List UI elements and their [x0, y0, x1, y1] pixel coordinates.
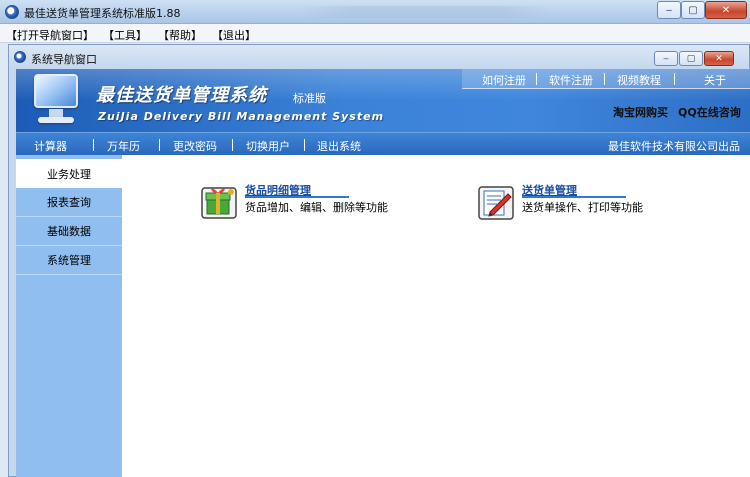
nav-window-title-bar: 系统导航窗口 ‒ ▢ ✕ [9, 45, 749, 69]
app-banner: 最佳送货单管理系统 标准版 ZuiJia Delivery Bill Manag… [16, 69, 750, 132]
tool-separator [159, 139, 160, 151]
app-title-bar: 最佳送货单管理系统标准版1.88 ‒ ▢ ✕ [0, 0, 750, 24]
tool-separator [304, 139, 305, 151]
tool-change-password[interactable]: 更改密码 [173, 138, 217, 154]
app-logo-icon [5, 5, 19, 19]
nav-close-button[interactable]: ✕ [704, 51, 734, 66]
sidebar-item-system[interactable]: 系统管理 [16, 246, 122, 275]
sidebar-item-reports[interactable]: 报表查询 [16, 188, 122, 217]
minimize-button[interactable]: ‒ [657, 1, 681, 19]
module-goods-underline [245, 196, 349, 198]
main-panel: 货品明细管理 货品增加、编辑、删除等功能 送货单管理 送货单操作、打印等功能 [122, 155, 750, 477]
nav-minimize-button[interactable]: ‒ [654, 51, 678, 66]
gift-box-icon [201, 187, 237, 219]
tool-separator [232, 139, 233, 151]
menu-bar: 【打开导航窗口】 【工具】 【帮助】 【退出】 [0, 24, 750, 43]
menu-help[interactable]: 【帮助】 [158, 27, 202, 43]
module-goods-description: 货品增加、编辑、删除等功能 [245, 201, 388, 214]
tool-separator [93, 139, 94, 151]
nav-window-icon [14, 51, 26, 63]
module-delivery-underline [522, 196, 626, 198]
nav-maximize-button[interactable]: ▢ [679, 51, 703, 66]
link-video-tutorial[interactable]: 视频教程 [617, 72, 661, 88]
module-delivery[interactable]: 送货单管理 送货单操作、打印等功能 [475, 182, 675, 226]
tool-calendar[interactable]: 万年历 [107, 138, 140, 154]
menu-tools[interactable]: 【工具】 [103, 27, 147, 43]
maximize-button[interactable]: ▢ [681, 1, 705, 19]
close-button[interactable]: ✕ [705, 1, 747, 19]
nav-window: 系统导航窗口 ‒ ▢ ✕ 最佳送货单管理系统 标准版 ZuiJia Delive… [8, 44, 750, 477]
edition-label: 标准版 [293, 92, 326, 105]
link-taobao-buy[interactable]: 淘宝网购买 [613, 104, 668, 120]
module-goods[interactable]: 货品明细管理 货品增加、编辑、删除等功能 [198, 182, 398, 226]
module-delivery-description: 送货单操作、打印等功能 [522, 201, 643, 214]
link-separator [674, 73, 675, 85]
tool-strip: 计算器 万年历 更改密码 切换用户 退出系统 最佳软件技术有限公司出品 [16, 132, 750, 155]
tool-switch-user[interactable]: 切换用户 [246, 138, 290, 154]
sidebar-item-base-data[interactable]: 基础数据 [16, 217, 122, 246]
menu-open-nav-window[interactable]: 【打开导航窗口】 [6, 27, 94, 43]
tool-exit-system[interactable]: 退出系统 [317, 138, 361, 154]
computer-monitor-icon [32, 74, 82, 126]
top-links: 如何注册 软件注册 视频教程 关于 [462, 69, 750, 89]
company-label: 最佳软件技术有限公司出品 [608, 140, 740, 153]
link-about[interactable]: 关于 [704, 72, 726, 88]
menu-exit[interactable]: 【退出】 [212, 27, 256, 43]
tool-calculator[interactable]: 计算器 [34, 138, 67, 154]
sidebar-item-business[interactable]: 业务处理 [16, 159, 122, 188]
link-software-register[interactable]: 软件注册 [549, 72, 593, 88]
link-separator [604, 73, 605, 85]
app-subtitle: ZuiJia Delivery Bill Management System [98, 110, 385, 123]
sidebar: 业务处理 报表查询 基础数据 系统管理 [16, 155, 122, 477]
link-qq-consult[interactable]: QQ在线咨询 [678, 104, 741, 120]
link-how-to-register[interactable]: 如何注册 [482, 72, 526, 88]
background-blur [300, 6, 550, 18]
link-separator [536, 73, 537, 85]
document-pen-icon [478, 186, 514, 220]
app-name: 最佳送货单管理系统 [96, 85, 267, 106]
app-window-title: 最佳送货单管理系统标准版1.88 [24, 7, 181, 20]
nav-window-title: 系统导航窗口 [31, 53, 97, 66]
